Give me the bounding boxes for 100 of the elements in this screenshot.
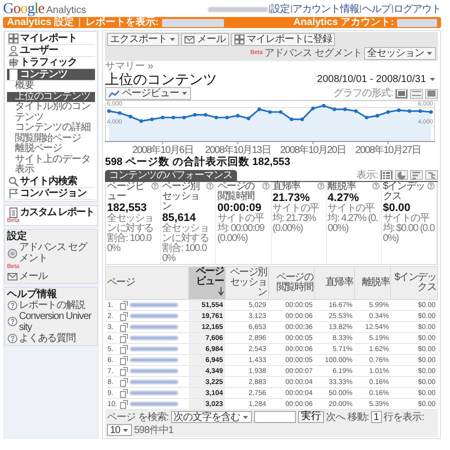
sidebar-item[interactable]: ユーザー [7, 45, 95, 57]
settings-link[interactable]: アドバンス セグメント [7, 242, 95, 264]
data-point [118, 112, 122, 116]
axis-label: 2008年10月13日 [204, 145, 271, 156]
panel-title: ヘルプ情報 [7, 288, 58, 300]
caret-icon [429, 77, 436, 82]
profile-select[interactable] [162, 18, 224, 26]
graph-format-button[interactable] [395, 88, 408, 99]
metric-select[interactable]: ページビュー [105, 87, 191, 100]
segment-select[interactable]: 全セッション [364, 47, 436, 60]
data-point [322, 104, 326, 108]
redacted-link[interactable] [130, 347, 178, 352]
redacted-link[interactable] [130, 369, 178, 374]
help-icon [7, 332, 18, 344]
data-point [278, 110, 282, 114]
data-point [376, 114, 380, 118]
logo-wordmark: Google [3, 0, 44, 18]
data-point [386, 110, 390, 114]
metric-value: 21.73% [272, 192, 310, 204]
redacted-link[interactable] [130, 402, 178, 406]
column-header[interactable]: ページビュー [188, 266, 226, 300]
match-select[interactable]: 次の文字を含む [170, 411, 252, 424]
metric-note: 全セッションに対する割合: 100.00% [162, 224, 210, 264]
view-button[interactable] [395, 170, 408, 180]
help-icon [7, 316, 18, 328]
account-link[interactable]: 設定 [270, 4, 290, 14]
redacted-link[interactable] [130, 358, 178, 362]
data-point [204, 113, 208, 117]
sidebar-item[interactable]: コンテンツ [7, 69, 95, 81]
sidebar-subitem[interactable]: 離脱ページ [7, 144, 95, 154]
custom-report-link[interactable]: カスタム レポート [7, 206, 95, 218]
search-field[interactable] [254, 411, 296, 424]
help-link[interactable]: Conversion University [7, 310, 95, 333]
breadcrumb-link[interactable]: サマリー » [105, 61, 438, 72]
page-icon [8, 69, 19, 80]
metric-value: 00:00:09 [217, 202, 262, 214]
sidebar-subitem[interactable]: 閲覧開始ページ [7, 134, 95, 144]
metric-note: サイトの平均: 00:00:09 (0.00%) [217, 214, 266, 244]
sidebar-item[interactable]: サイト内検索 [7, 176, 95, 188]
sidebar-subitem[interactable]: サイト上のデータ表示 [7, 154, 95, 176]
data-point [364, 116, 368, 120]
data-point [107, 110, 111, 114]
view-button[interactable] [380, 170, 393, 180]
compare-icon [427, 170, 436, 180]
view-button[interactable] [425, 170, 438, 180]
metric-note: サイトの平均: 4.27% (0.00%) [328, 204, 379, 234]
data-point [268, 110, 272, 114]
report-icon [8, 206, 19, 218]
report-tab[interactable]: コンテンツのパフォーマンス [105, 170, 236, 181]
axis-label: 2008年10月20日 [280, 145, 346, 156]
signpost-icon [8, 57, 19, 68]
metric-note: サイトの平均: $0.00 (0.00%) [382, 214, 435, 244]
toolbar-button[interactable]: マイレポートに登録 [230, 33, 335, 46]
sidebar-subitem[interactable]: コンテンツの詳細 [7, 123, 95, 134]
help-link[interactable]: よくある質問 [7, 332, 95, 344]
format-icon [412, 90, 421, 98]
view-button[interactable] [410, 170, 423, 180]
toolbar-button[interactable]: メール [181, 33, 228, 46]
metric-label: 直帰率 [272, 182, 300, 192]
sidebar-subitem[interactable]: 概要 [7, 81, 95, 92]
redacted-link[interactable] [130, 336, 178, 340]
account-link[interactable]: ヘルプ [362, 4, 390, 14]
column-header[interactable]: ページ別セッション [225, 266, 268, 300]
jump-label: 次へ 移動: [326, 412, 369, 423]
external-link-icon [120, 400, 128, 409]
column-header[interactable]: ページの閲覧時間 [268, 266, 315, 300]
redacted-link[interactable] [130, 314, 178, 318]
mail-icon [7, 270, 18, 282]
column-header[interactable]: ページ [106, 266, 188, 300]
graph-format-button[interactable] [425, 88, 438, 99]
date-range-picker[interactable]: 2008/10/01 - 2008/10/31 [314, 73, 438, 86]
help-icon [427, 182, 435, 190]
account-link[interactable]: アカウント情報 [292, 4, 359, 14]
sidebar-item[interactable]: コンバージョン [7, 188, 95, 200]
page-field[interactable]: 1 [370, 411, 382, 424]
help-link[interactable]: レポートの解説 [7, 300, 95, 311]
bar-chart-icon [412, 170, 421, 180]
external-link-icon [120, 334, 128, 343]
data-point [354, 110, 358, 114]
redacted-link[interactable] [130, 380, 178, 384]
column-header[interactable]: $インデックス [390, 266, 438, 300]
redacted-link[interactable] [130, 303, 178, 308]
redacted-link[interactable] [130, 391, 178, 396]
sidebar-item[interactable]: マイレポート [7, 33, 95, 45]
account-link[interactable]: ログアウト [394, 4, 441, 14]
rows-select[interactable]: 10 [107, 424, 132, 436]
redacted-link[interactable] [130, 325, 178, 330]
go-button[interactable]: 実行 [298, 411, 324, 424]
toolbar-button[interactable]: エクスポート [107, 33, 179, 46]
graph-format-button[interactable] [410, 88, 423, 99]
settings-link[interactable]: メール [7, 270, 48, 282]
column-header[interactable]: 離脱率 [354, 266, 391, 300]
data-point [236, 114, 240, 118]
search-label: ページ を検索: [107, 412, 169, 423]
axis-label: 2008年10月27日 [355, 145, 421, 156]
help-icon [316, 182, 325, 190]
metric-note: 全セッションに対する割合: 100.00% [107, 214, 155, 254]
column-header[interactable]: 直帰率 [314, 266, 354, 300]
account-select[interactable] [397, 18, 437, 26]
report-label: レポートを表示: [85, 17, 159, 28]
